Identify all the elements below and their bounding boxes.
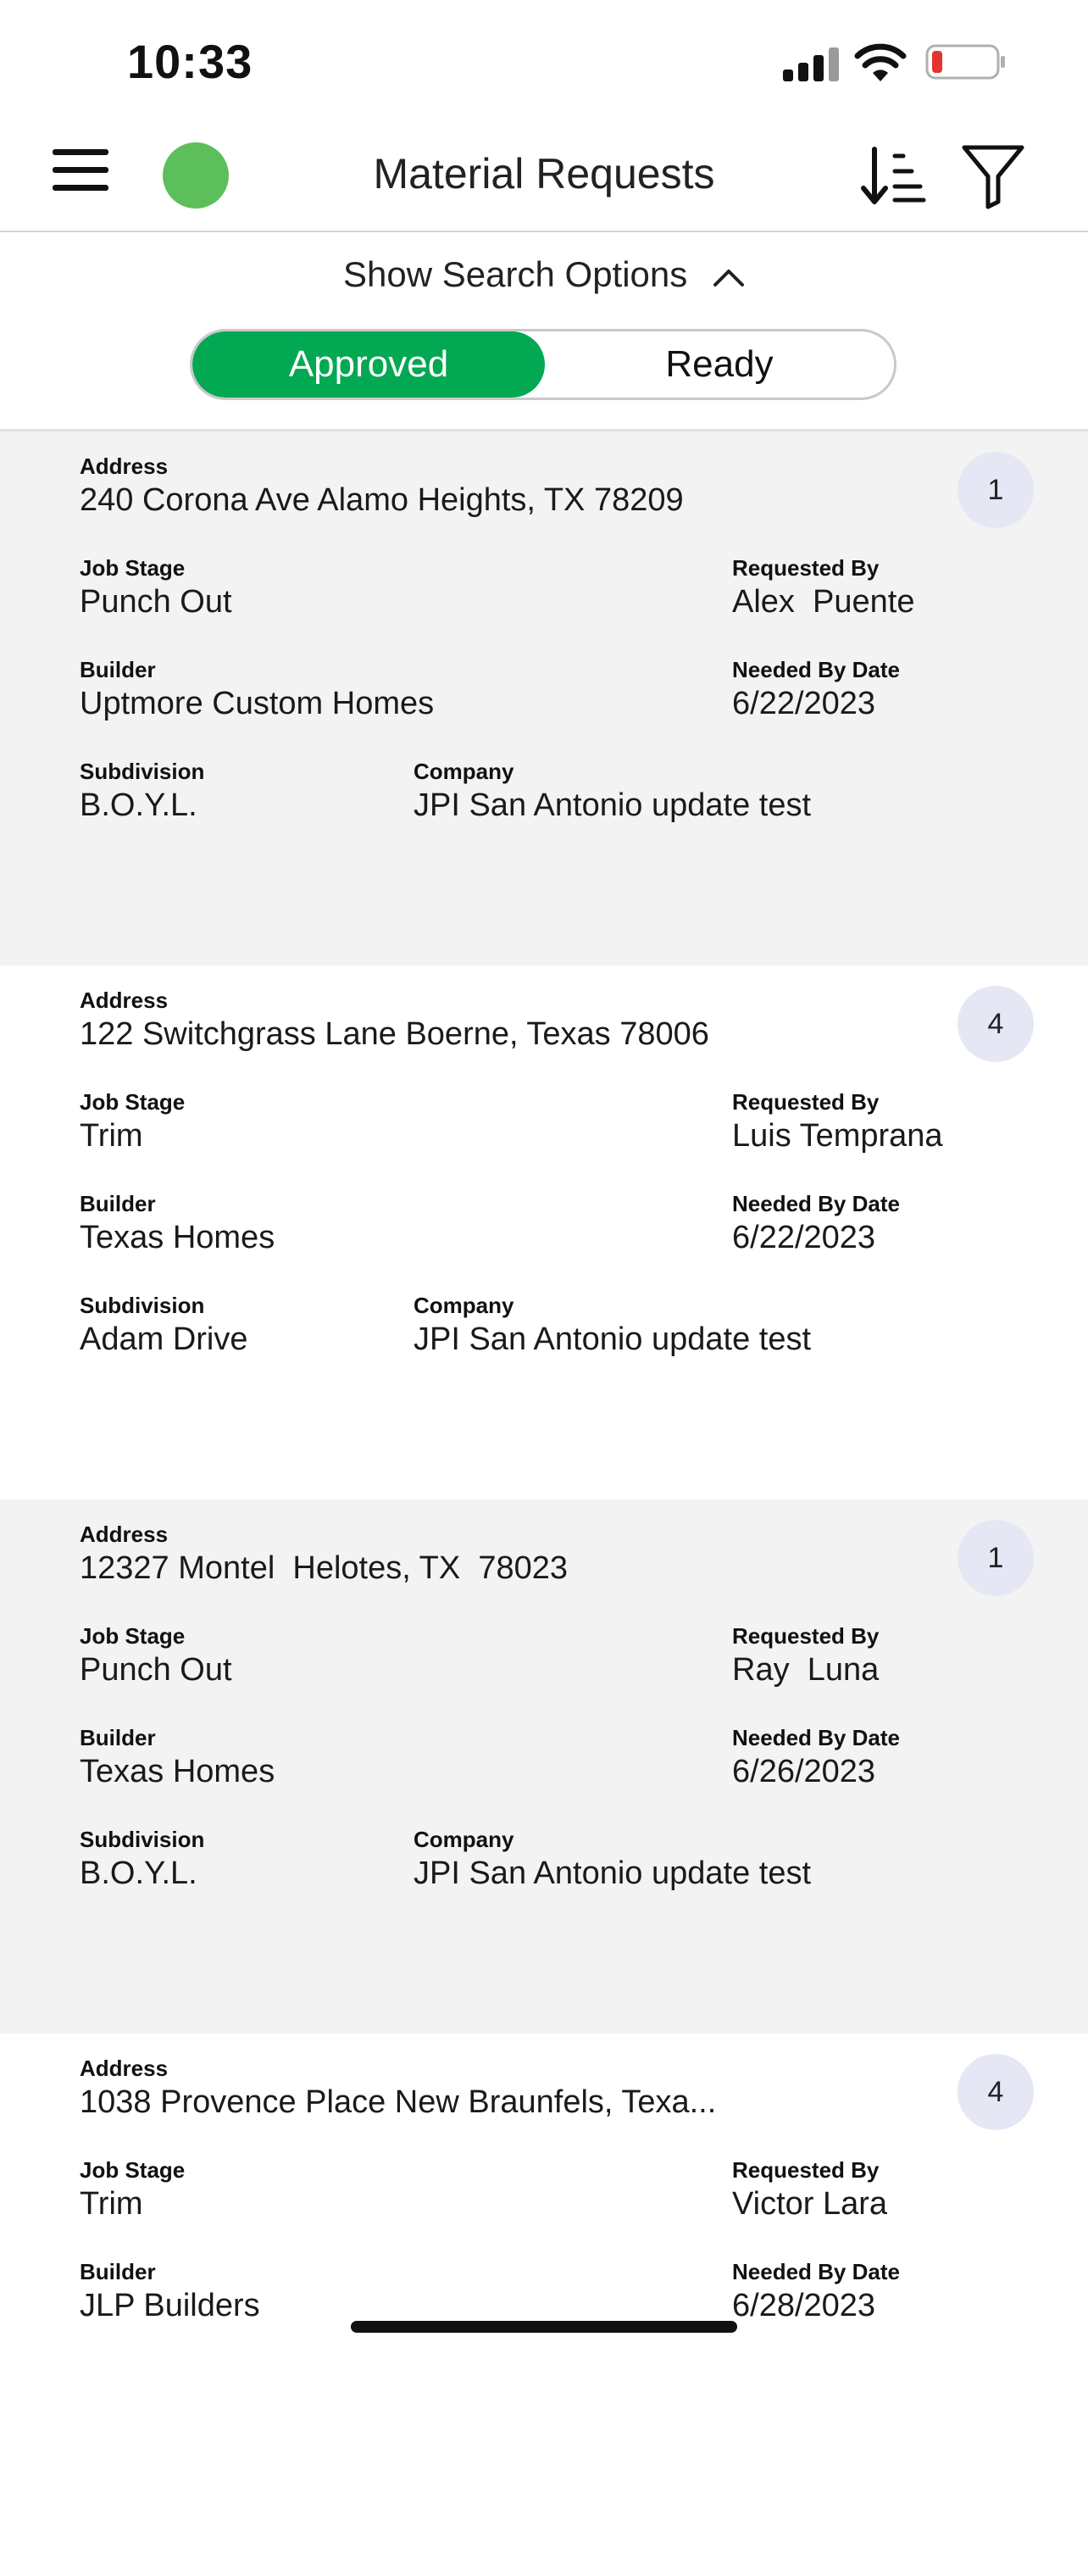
job-stage-value: Trim: [80, 1118, 143, 1154]
address-value: 122 Switchgrass Lane Boerne, Texas 78006: [80, 1016, 709, 1052]
item-count-badge: 1: [958, 1520, 1034, 1596]
needed-by-date-value: 6/26/2023: [732, 1754, 876, 1789]
job-stage-label: Job Stage: [80, 555, 186, 581]
builder-label: Builder: [80, 1191, 156, 1216]
job-stage-value: Punch Out: [80, 584, 232, 620]
builder-label: Builder: [80, 1725, 156, 1750]
filter-icon[interactable]: [961, 142, 1025, 210]
company-label: Company: [414, 759, 514, 784]
status-time: 10:33: [127, 35, 253, 88]
company-label: Company: [414, 1827, 514, 1852]
needed-by-date-value: 6/22/2023: [732, 1220, 876, 1255]
address-label: Address: [80, 453, 169, 479]
home-indicator[interactable]: [351, 2321, 737, 2333]
needed-by-date-label: Needed By Date: [732, 2259, 900, 2284]
battery-icon: [925, 44, 1005, 80]
job-stage-label: Job Stage: [80, 1623, 186, 1649]
builder-value: Uptmore Custom Homes: [80, 686, 435, 721]
status-segmented-control: Approved Ready: [190, 329, 896, 400]
item-count-badge: 1: [958, 452, 1034, 528]
job-stage-value: Trim: [80, 2186, 143, 2222]
tab-ready[interactable]: Ready: [545, 331, 894, 398]
builder-label: Builder: [80, 2259, 156, 2284]
address-value: 240 Corona Ave Alamo Heights, TX 78209: [80, 482, 684, 518]
builder-value: Texas Homes: [80, 1220, 275, 1255]
requested-by-value: Victor Lara: [732, 2186, 888, 2222]
item-count-badge: 4: [958, 986, 1034, 1062]
app-header: Material Requests: [0, 127, 1088, 232]
subdivision-value: Adam Drive: [80, 1321, 248, 1357]
requested-by-value: Luis Temprana: [732, 1118, 943, 1154]
needed-by-date-label: Needed By Date: [732, 1725, 900, 1750]
needed-by-date-value: 6/22/2023: [732, 686, 876, 721]
company-label: Company: [414, 1293, 514, 1318]
sort-icon[interactable]: [859, 144, 927, 209]
tab-approved[interactable]: Approved: [192, 331, 545, 398]
material-request-list: Address 240 Corona Ave Alamo Heights, TX…: [0, 431, 1088, 2576]
job-stage-label: Job Stage: [80, 2157, 186, 2183]
requested-by-label: Requested By: [732, 555, 880, 581]
company-value: JPI San Antonio update test: [414, 787, 812, 823]
material-request-card[interactable]: Address 1038 Provence Place New Braunfel…: [0, 2034, 1088, 2576]
builder-value: JLP Builders: [80, 2288, 260, 2323]
job-stage-label: Job Stage: [80, 1089, 186, 1115]
subdivision-value: B.O.Y.L.: [80, 1855, 197, 1891]
needed-by-date-value: 6/28/2023: [732, 2288, 876, 2323]
subdivision-label: Subdivision: [80, 759, 205, 784]
address-value: 1038 Provence Place New Braunfels, Texa.…: [80, 2084, 717, 2120]
cellular-signal-icon: [783, 47, 839, 81]
requested-by-label: Requested By: [732, 1089, 880, 1115]
show-search-options-label: Show Search Options: [343, 254, 688, 294]
requested-by-value: Alex Puente: [732, 584, 915, 620]
company-value: JPI San Antonio update test: [414, 1855, 812, 1891]
requested-by-value: Ray Luna: [732, 1652, 880, 1688]
material-request-card[interactable]: Address 240 Corona Ave Alamo Heights, TX…: [0, 431, 1088, 965]
show-search-options-toggle[interactable]: Show Search Options: [0, 254, 1088, 305]
address-value: 12327 Montel Helotes, TX 78023: [80, 1550, 569, 1586]
builder-label: Builder: [80, 657, 156, 682]
subdivision-value: B.O.Y.L.: [80, 787, 197, 823]
material-request-card[interactable]: Address 122 Switchgrass Lane Boerne, Tex…: [0, 965, 1088, 1499]
needed-by-date-label: Needed By Date: [732, 657, 900, 682]
requested-by-label: Requested By: [732, 1623, 880, 1649]
item-count-badge: 4: [958, 2054, 1034, 2130]
company-value: JPI San Antonio update test: [414, 1321, 812, 1357]
builder-value: Texas Homes: [80, 1754, 275, 1789]
chevron-up-icon: [713, 269, 744, 287]
requested-by-label: Requested By: [732, 2157, 880, 2183]
status-bar: 10:33: [0, 0, 1088, 127]
address-label: Address: [80, 988, 169, 1013]
address-label: Address: [80, 2056, 169, 2081]
job-stage-value: Punch Out: [80, 1652, 232, 1688]
wifi-icon: [854, 43, 907, 81]
material-request-card[interactable]: Address 12327 Montel Helotes, TX 78023 1…: [0, 1499, 1088, 2034]
needed-by-date-label: Needed By Date: [732, 1191, 900, 1216]
address-label: Address: [80, 1522, 169, 1547]
subdivision-label: Subdivision: [80, 1293, 205, 1318]
subdivision-label: Subdivision: [80, 1827, 205, 1852]
